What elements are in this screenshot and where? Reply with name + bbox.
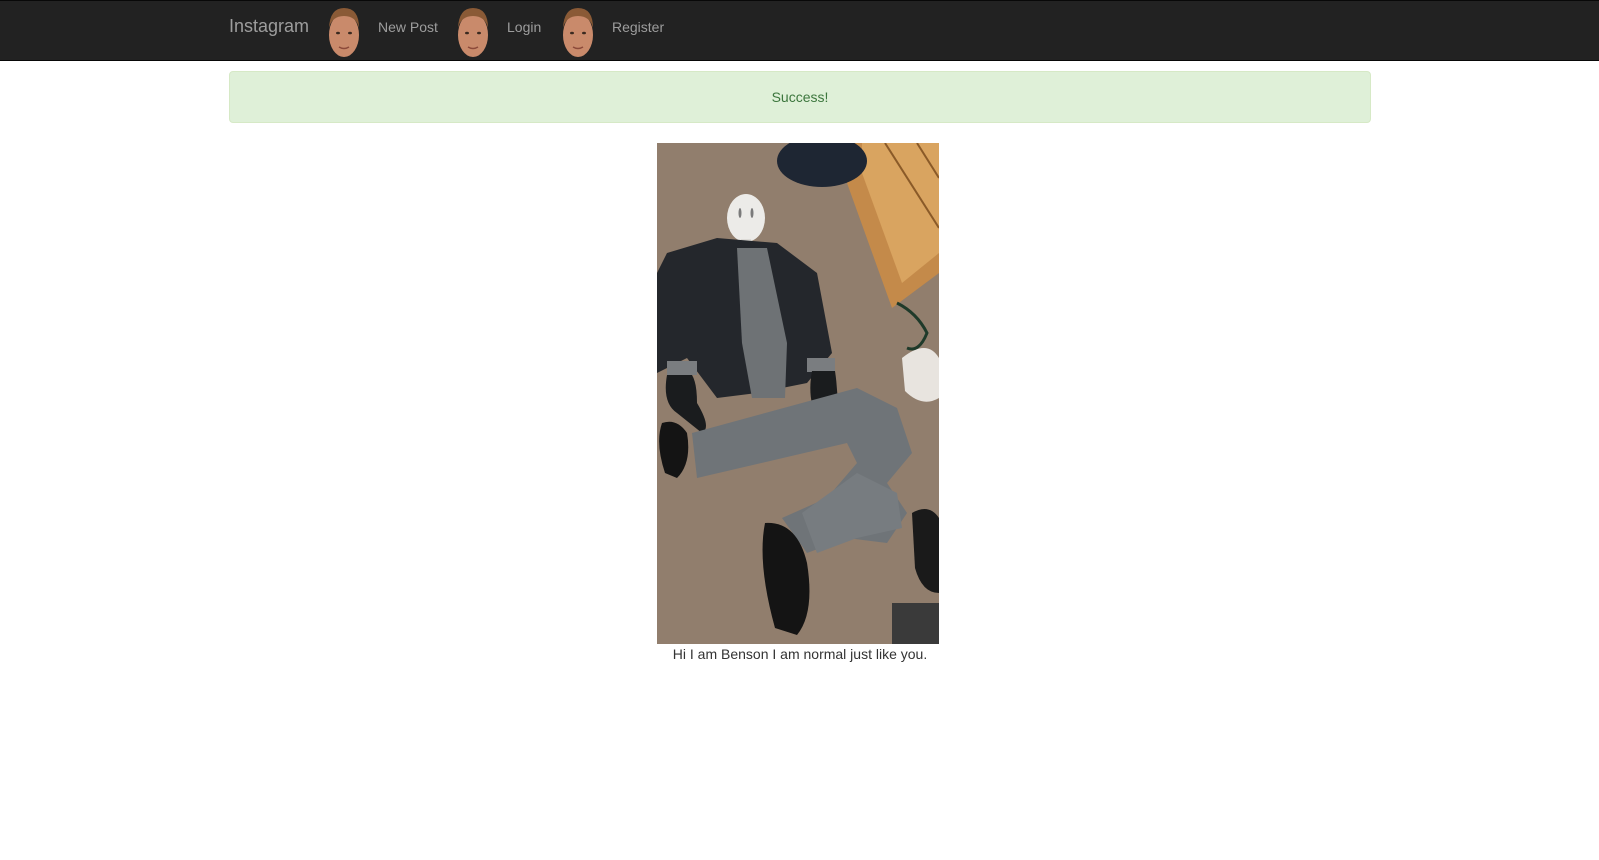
post-caption: Hi I am Benson I am normal just like you… (672, 646, 928, 662)
alert-message: Success! (771, 89, 829, 105)
top-navbar: Instagram New Post Login Register (0, 0, 1599, 61)
nav-link-login[interactable]: Login (507, 19, 541, 35)
post-photo (657, 143, 939, 644)
nav-link-new-post[interactable]: New Post (378, 19, 438, 35)
avatar-face-icon (458, 8, 488, 57)
avatar-face-icon (329, 8, 359, 57)
brand-link[interactable]: Instagram (229, 16, 309, 37)
nav-link-register[interactable]: Register (612, 19, 664, 35)
success-alert: Success! (229, 71, 1371, 123)
avatar-face-icon (563, 8, 593, 57)
